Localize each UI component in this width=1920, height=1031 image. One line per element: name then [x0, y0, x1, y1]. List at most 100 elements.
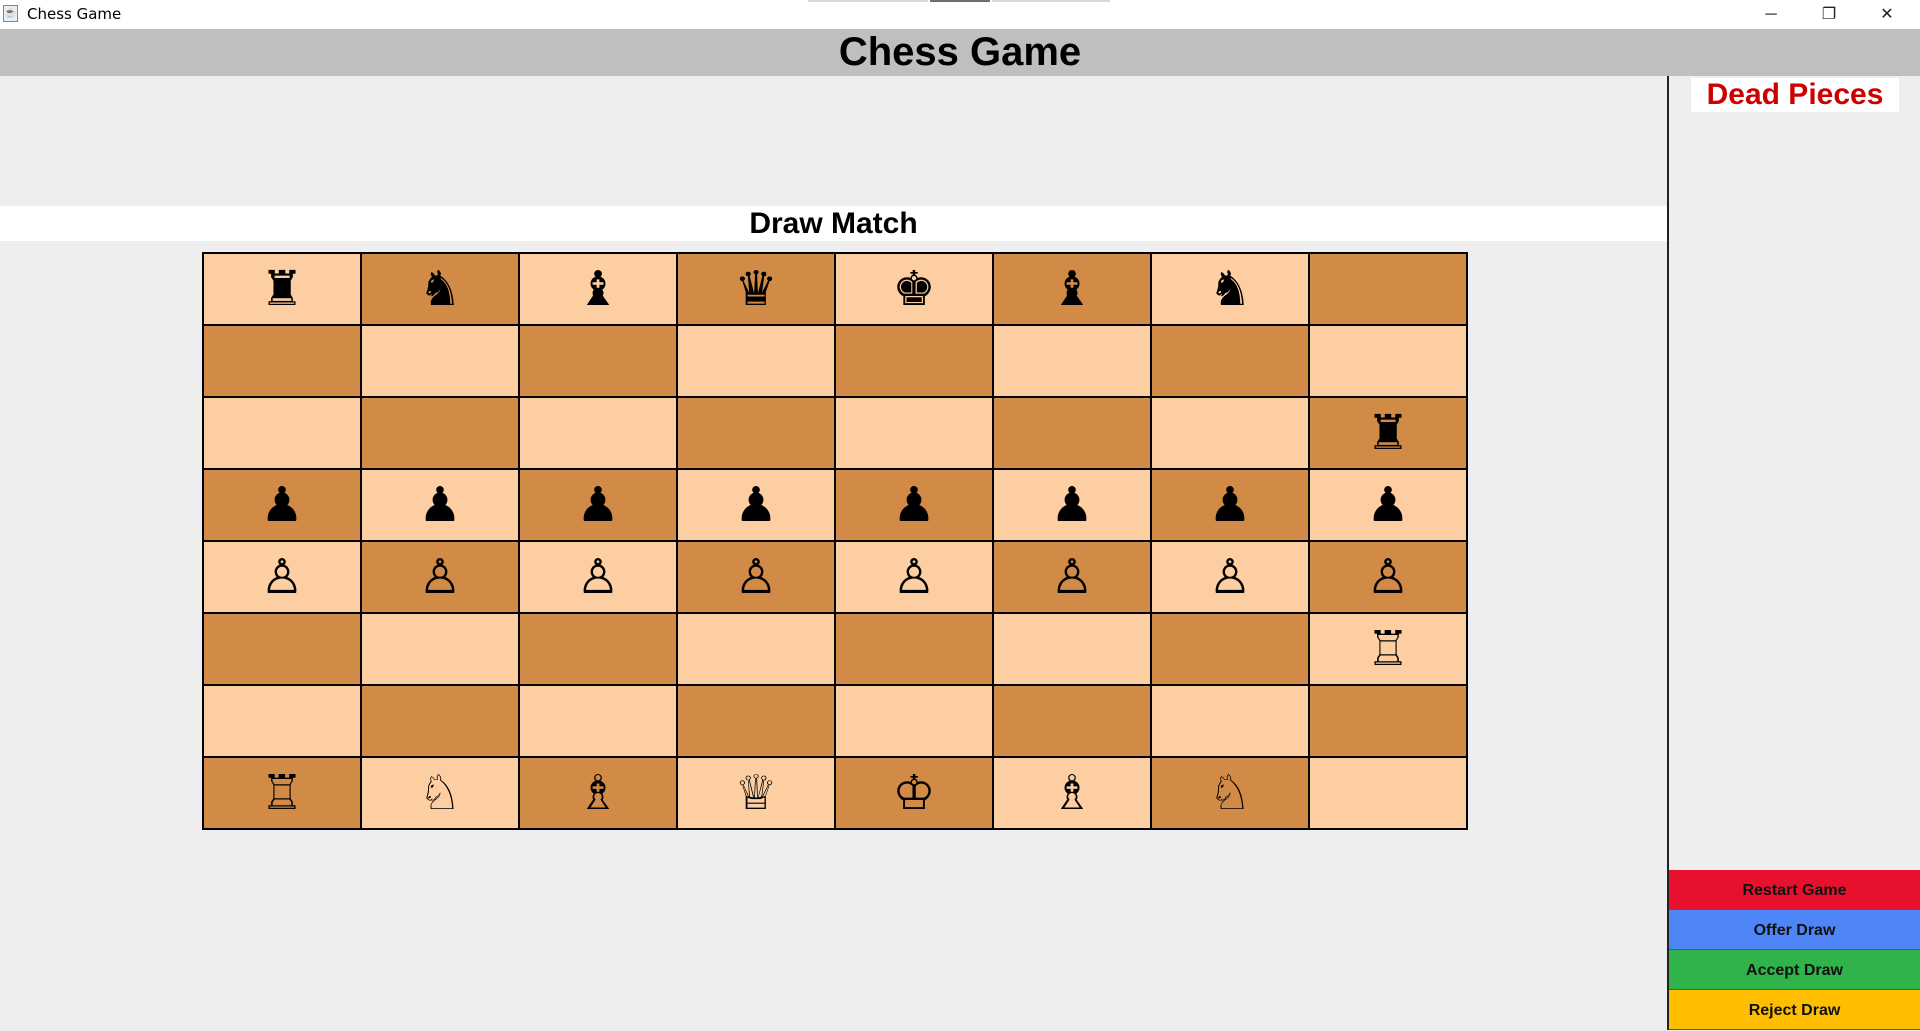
- black-pawn-icon: ♟: [576, 477, 620, 533]
- board-square-b5[interactable]: ♟: [361, 469, 519, 541]
- white-knight-icon: ♘: [1208, 765, 1252, 821]
- close-button[interactable]: ✕: [1858, 0, 1916, 29]
- board-square-d3[interactable]: [677, 613, 835, 685]
- black-knight-icon: ♞: [1208, 261, 1252, 317]
- board-square-f5[interactable]: ♟: [993, 469, 1151, 541]
- board-square-d7[interactable]: [677, 325, 835, 397]
- white-rook-icon: ♖: [260, 765, 304, 821]
- board-square-g2[interactable]: [1151, 685, 1309, 757]
- board-square-b1[interactable]: ♘: [361, 757, 519, 829]
- white-queen-icon: ♕: [734, 765, 778, 821]
- board-square-e1[interactable]: ♔: [835, 757, 993, 829]
- board-square-a7[interactable]: [203, 325, 361, 397]
- board-square-c1[interactable]: ♗: [519, 757, 677, 829]
- offer-draw-button[interactable]: Offer Draw: [1669, 910, 1920, 950]
- board-square-g1[interactable]: ♘: [1151, 757, 1309, 829]
- board-square-e2[interactable]: [835, 685, 993, 757]
- board-square-f3[interactable]: [993, 613, 1151, 685]
- board-square-e3[interactable]: [835, 613, 993, 685]
- java-cup-icon: ☕: [3, 5, 18, 22]
- board-square-h3[interactable]: ♖: [1309, 613, 1467, 685]
- board-square-b4[interactable]: ♙: [361, 541, 519, 613]
- board-square-b2[interactable]: [361, 685, 519, 757]
- restart-game-button[interactable]: Restart Game: [1669, 870, 1920, 910]
- board-square-d1[interactable]: ♕: [677, 757, 835, 829]
- black-pawn-icon: ♟: [1366, 477, 1410, 533]
- board-square-c4[interactable]: ♙: [519, 541, 677, 613]
- white-bishop-icon: ♗: [576, 765, 620, 821]
- board-square-h7[interactable]: [1309, 325, 1467, 397]
- board-square-d5[interactable]: ♟: [677, 469, 835, 541]
- minimize-button[interactable]: ─: [1742, 0, 1800, 29]
- board-square-e7[interactable]: [835, 325, 993, 397]
- board-square-g7[interactable]: [1151, 325, 1309, 397]
- dead-pieces-panel: Dead Pieces Restart Game Offer Draw Acce…: [1667, 76, 1920, 1030]
- restore-button[interactable]: ❐: [1800, 0, 1858, 29]
- titlebar-divider-active: [930, 0, 990, 2]
- board-square-g8[interactable]: ♞: [1151, 253, 1309, 325]
- board-square-f1[interactable]: ♗: [993, 757, 1151, 829]
- titlebar-divider: [808, 0, 928, 2]
- board-square-h1[interactable]: [1309, 757, 1467, 829]
- board-square-d8[interactable]: ♛: [677, 253, 835, 325]
- black-pawn-icon: ♟: [260, 477, 304, 533]
- board-square-c8[interactable]: ♝: [519, 253, 677, 325]
- board-square-d4[interactable]: ♙: [677, 541, 835, 613]
- white-pawn-icon: ♙: [1366, 549, 1410, 605]
- white-pawn-icon: ♙: [418, 549, 462, 605]
- board-square-d6[interactable]: [677, 397, 835, 469]
- board-square-f8[interactable]: ♝: [993, 253, 1151, 325]
- board-square-c2[interactable]: [519, 685, 677, 757]
- board-square-e6[interactable]: [835, 397, 993, 469]
- board-square-a1[interactable]: ♖: [203, 757, 361, 829]
- board-square-f4[interactable]: ♙: [993, 541, 1151, 613]
- white-pawn-icon: ♙: [260, 549, 304, 605]
- white-pawn-icon: ♙: [1050, 549, 1094, 605]
- board-square-h6[interactable]: ♜: [1309, 397, 1467, 469]
- board-square-a8[interactable]: ♜: [203, 253, 361, 325]
- board-square-b3[interactable]: [361, 613, 519, 685]
- window-titlebar: ☕ Chess Game ─ ❐ ✕: [0, 0, 1920, 29]
- board-square-a2[interactable]: [203, 685, 361, 757]
- black-pawn-icon: ♟: [1208, 477, 1252, 533]
- board-square-e4[interactable]: ♙: [835, 541, 993, 613]
- board-square-g4[interactable]: ♙: [1151, 541, 1309, 613]
- board-square-e8[interactable]: ♚: [835, 253, 993, 325]
- board-square-d2[interactable]: [677, 685, 835, 757]
- board-square-c3[interactable]: [519, 613, 677, 685]
- white-knight-icon: ♘: [418, 765, 462, 821]
- board-square-a6[interactable]: [203, 397, 361, 469]
- board-square-a4[interactable]: ♙: [203, 541, 361, 613]
- board-square-g6[interactable]: [1151, 397, 1309, 469]
- board-square-f2[interactable]: [993, 685, 1151, 757]
- black-rook-icon: ♜: [260, 261, 304, 317]
- board-square-h2[interactable]: [1309, 685, 1467, 757]
- titlebar-divider: [992, 0, 1110, 2]
- board-square-f7[interactable]: [993, 325, 1151, 397]
- white-pawn-icon: ♙: [734, 549, 778, 605]
- board-square-g5[interactable]: ♟: [1151, 469, 1309, 541]
- board-square-f6[interactable]: [993, 397, 1151, 469]
- white-bishop-icon: ♗: [1050, 765, 1094, 821]
- white-pawn-icon: ♙: [1208, 549, 1252, 605]
- board-square-h4[interactable]: ♙: [1309, 541, 1467, 613]
- white-rook-icon: ♖: [1366, 621, 1410, 677]
- board-square-e5[interactable]: ♟: [835, 469, 993, 541]
- dead-pieces-title: Dead Pieces: [1691, 78, 1899, 112]
- white-pawn-icon: ♙: [576, 549, 620, 605]
- board-square-b6[interactable]: [361, 397, 519, 469]
- board-square-b7[interactable]: [361, 325, 519, 397]
- board-square-b8[interactable]: ♞: [361, 253, 519, 325]
- board-square-h5[interactable]: ♟: [1309, 469, 1467, 541]
- board-square-c7[interactable]: [519, 325, 677, 397]
- board-square-c6[interactable]: [519, 397, 677, 469]
- black-knight-icon: ♞: [418, 261, 462, 317]
- board-square-c5[interactable]: ♟: [519, 469, 677, 541]
- board-square-a3[interactable]: [203, 613, 361, 685]
- accept-draw-button[interactable]: Accept Draw: [1669, 950, 1920, 990]
- black-pawn-icon: ♟: [734, 477, 778, 533]
- board-square-a5[interactable]: ♟: [203, 469, 361, 541]
- board-square-h8[interactable]: [1309, 253, 1467, 325]
- reject-draw-button[interactable]: Reject Draw: [1669, 990, 1920, 1030]
- board-square-g3[interactable]: [1151, 613, 1309, 685]
